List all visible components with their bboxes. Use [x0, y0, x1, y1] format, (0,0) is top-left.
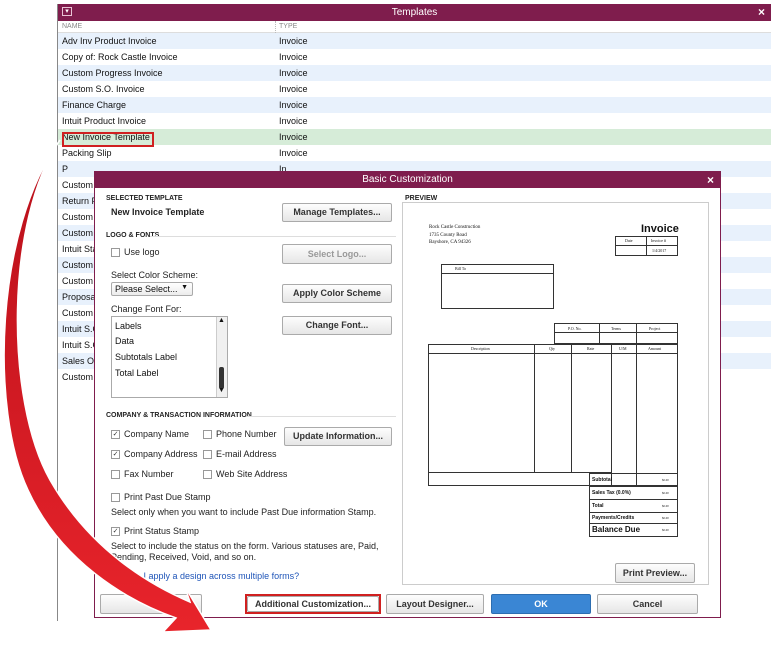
red-arrow-annotation [3, 139, 213, 633]
arrow-shape [3, 139, 213, 633]
screen: ▾ Templates × NAME TYPE Adv Inv Product … [0, 0, 771, 658]
